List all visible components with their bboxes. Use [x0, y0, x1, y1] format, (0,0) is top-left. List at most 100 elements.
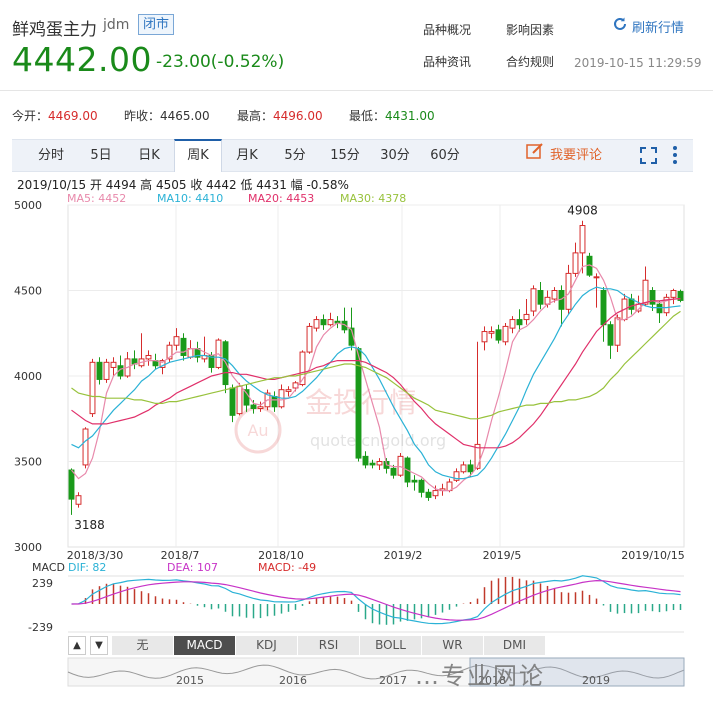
- candle: [558, 285, 565, 327]
- candle: [285, 386, 292, 397]
- candle-body: [649, 290, 656, 305]
- candle-body: [614, 317, 621, 346]
- candle: [110, 357, 117, 376]
- indicator-dmi[interactable]: DMI: [484, 636, 546, 655]
- candle: [411, 475, 418, 491]
- ma-line-ma5: [71, 264, 681, 492]
- candle-body: [68, 469, 75, 500]
- overview-year-label: 2016: [279, 674, 307, 687]
- candle-body: [285, 389, 292, 392]
- candle-body: [271, 396, 278, 408]
- candle-body: [656, 303, 663, 314]
- candle-body: [467, 464, 474, 473]
- y-tick-label: 3500: [14, 456, 42, 469]
- candle-body: [418, 479, 425, 493]
- candle: [250, 399, 257, 414]
- candle: [96, 357, 103, 385]
- high-annotation: 4908: [567, 204, 598, 218]
- candle: [243, 384, 250, 412]
- overview-year-label: 2017: [379, 674, 407, 687]
- candle: [180, 333, 187, 361]
- watermark-en: quote.cngold.org: [310, 431, 446, 450]
- candle-body: [495, 329, 502, 341]
- candle: [320, 314, 327, 330]
- scroll-down-arrow-icon[interactable]: ▼: [90, 636, 108, 655]
- candle-body: [432, 490, 439, 497]
- y-tick-label: 4500: [14, 285, 42, 298]
- candle-body: [89, 361, 96, 415]
- candle: [327, 312, 334, 327]
- candle: [68, 468, 75, 515]
- candle-body: [579, 225, 586, 254]
- candle: [488, 326, 495, 339]
- y-tick-label: 5000: [14, 199, 42, 212]
- candle-body: [376, 461, 383, 466]
- price-y-axis: 5000 4500 4000 3500 3000: [14, 199, 42, 554]
- candle-body: [530, 288, 537, 312]
- ma-lines: [71, 264, 681, 492]
- candle-body: [243, 389, 250, 406]
- macd-title: MACD: [32, 561, 65, 574]
- candle-body: [488, 331, 495, 334]
- candle-body: [313, 319, 320, 329]
- y-tick-label: 3000: [14, 541, 42, 554]
- candle: [278, 384, 285, 409]
- candle-body: [236, 385, 243, 415]
- candle-body: [572, 252, 579, 274]
- candle: [236, 382, 243, 416]
- candle-body: [411, 479, 418, 483]
- candle: [502, 322, 509, 346]
- candle: [306, 322, 313, 354]
- low-annotation: 3188: [74, 518, 105, 532]
- candle: [600, 287, 607, 342]
- macd-legend-item: DIF: 82: [68, 561, 106, 574]
- candle: [341, 307, 348, 334]
- x-tick-label: 2019/2: [384, 549, 423, 562]
- candle: [334, 316, 341, 329]
- candle-body: [250, 404, 257, 409]
- candle: [425, 488, 432, 501]
- candle: [670, 288, 677, 305]
- indicator-macd[interactable]: MACD: [174, 636, 236, 655]
- candle-body: [425, 491, 432, 498]
- candle: [418, 478, 425, 498]
- candle-body: [516, 319, 523, 326]
- candle: [474, 341, 481, 471]
- x-tick-label: 2019/5: [483, 549, 522, 562]
- candle-body: [306, 325, 313, 353]
- candle: [376, 458, 383, 471]
- date-x-axis: 2018/3/30 2018/7 2018/10 2019/2 2019/5 2019/1…: [67, 549, 685, 562]
- candle: [460, 461, 467, 474]
- scroll-up-arrow-icon[interactable]: ▲: [68, 636, 86, 655]
- candle: [404, 456, 411, 488]
- candle-body: [537, 290, 544, 305]
- indicator-kdj[interactable]: KDJ: [236, 636, 298, 655]
- candle-body: [145, 354, 152, 360]
- indicator-rsi[interactable]: RSI: [298, 636, 360, 655]
- indicator-tabbar: ▲ ▼ 无 MACD KDJ RSI BOLL WR DMI: [68, 636, 682, 655]
- candle-body: [481, 331, 488, 343]
- candle-body: [96, 361, 103, 380]
- indicator-wr[interactable]: WR: [422, 636, 484, 655]
- candle: [362, 451, 369, 469]
- candle: [516, 309, 523, 332]
- overview-navigator: 2015 2016 2017 2018 2019: [67, 657, 685, 687]
- candle-body: [397, 455, 404, 476]
- candle: [397, 452, 404, 477]
- candle-body: [180, 337, 187, 356]
- candle: [579, 220, 586, 274]
- x-tick-label: 2019/10/15: [621, 549, 684, 562]
- candle-body: [600, 290, 607, 326]
- overview-year-label: 2015: [176, 674, 204, 687]
- macd-y-tick: 239: [32, 577, 53, 590]
- candle: [313, 316, 320, 332]
- candle: [677, 289, 684, 303]
- candle: [75, 492, 82, 508]
- candle: [628, 293, 635, 315]
- candle-body: [523, 313, 530, 321]
- chart-svg: Au 金投行情 quote.cngold.org 500045004000350…: [14, 199, 685, 687]
- candle-body: [75, 495, 82, 505]
- indicator-boll[interactable]: BOLL: [360, 636, 422, 655]
- candle: [537, 281, 544, 310]
- indicator-none[interactable]: 无: [112, 636, 174, 655]
